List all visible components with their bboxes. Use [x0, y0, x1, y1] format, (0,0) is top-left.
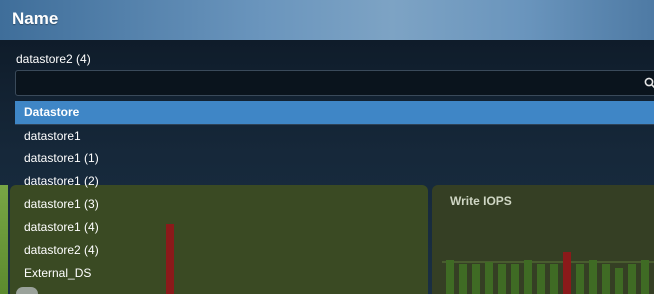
dropdown-option[interactable]: datastore1 [15, 124, 654, 147]
selected-datastore: datastore2 (4) [16, 52, 91, 66]
datastore-dropdown-list: Datastore datastore1 datastore1 (1) datasto… [15, 101, 654, 285]
dropdown-option[interactable]: datastore1 (2) [15, 170, 654, 193]
dropdown-option[interactable]: Datastore [15, 101, 654, 124]
dropdown-option[interactable]: datastore2 (4) [15, 239, 654, 262]
dropdown-option[interactable]: datastore1 (3) [15, 193, 654, 216]
dropdown-option[interactable]: External_DS [15, 262, 654, 285]
column-header[interactable]: Name [0, 0, 654, 40]
dropdown-option[interactable]: datastore1 (4) [15, 216, 654, 239]
search-icon[interactable] [644, 77, 654, 89]
dropdown-option[interactable]: datastore1 (1) [15, 147, 654, 170]
column-header-title: Name [12, 9, 59, 28]
search-input[interactable] [15, 70, 654, 96]
scroll-handle[interactable] [16, 287, 38, 294]
panel-edge [0, 185, 8, 294]
